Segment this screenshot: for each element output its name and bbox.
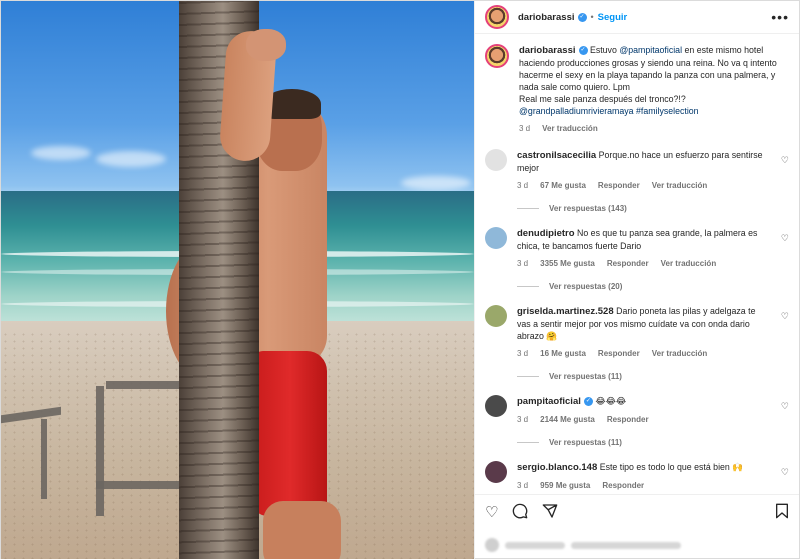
caption-mention-link[interactable]: @pampitaoficial [619,45,682,55]
comment-likes[interactable]: 959 Me gusta [540,480,590,492]
post-photo[interactable] [1,1,474,559]
comment-heart-icon[interactable]: ♡ [781,155,789,166]
heart-icon[interactable]: ♡ [485,505,498,520]
comment-item: denudipietro No es que tu panza sea gran… [485,227,789,270]
comments-list[interactable]: dariobarassi ✓ Estuvo @pampitaoficial en … [475,34,799,494]
verified-icon: ✓ [578,46,588,56]
comment-item: castronilsacecilia Porque.no hace un esf… [485,149,789,192]
caption-time[interactable]: 3 d [519,123,530,135]
comment-heart-icon[interactable]: ♡ [781,467,789,478]
view-replies-button[interactable]: Ver respuestas (20) [517,282,789,291]
comment-likes[interactable]: 16 Me gusta [540,348,586,360]
author-username[interactable]: dariobarassi [518,12,575,23]
person-leg [263,501,341,559]
comment-heart-icon[interactable]: ♡ [781,401,789,412]
view-replies-button[interactable]: Ver respuestas (143) [517,204,789,213]
post-window: dariobarassi ✓ • Seguir ••• dariobarassi… [0,0,800,559]
comment-time[interactable]: 3 d [517,258,528,270]
caption-text: Estuvo [589,45,617,55]
commenter-username[interactable]: pampitaoficial [517,396,581,407]
see-translation-link[interactable]: Ver traducción [661,258,717,270]
red-shorts [253,351,327,516]
comment-time[interactable]: 3 d [517,348,528,360]
beach-chair [41,419,47,499]
comment-heart-icon[interactable]: ♡ [781,233,789,244]
view-replies-button[interactable]: Ver respuestas (11) [517,438,789,447]
post-header: dariobarassi ✓ • Seguir ••• [475,1,799,34]
caption-tags-link[interactable]: @grandpalladiumrivieramaya #familyselect… [519,105,789,117]
verified-icon: ✓ [577,12,587,22]
comment-item: griselda.martinez.528 Dario poneta las p… [485,305,789,360]
comment-likes[interactable]: 67 Me gusta [540,180,586,192]
comment-text: Este tipo es todo lo que está bien 🙌 [599,462,744,472]
beach-chair [96,386,104,516]
person-hands [246,29,286,61]
bookmark-icon[interactable] [775,503,789,522]
blurred-text [571,541,681,549]
commenter-avatar[interactable] [485,395,507,417]
comment-item: sergio.blanco.148 Este tipo es todo lo q… [485,461,789,492]
commenter-avatar[interactable] [485,461,507,483]
comment-item: pampitaoficial ✓ 😂😂😂 3 d 2144 Me gusta Re… [485,395,789,426]
reply-button[interactable]: Responder [607,258,649,270]
cloud [96,151,166,167]
follow-button[interactable]: Seguir [598,12,628,23]
see-translation-link[interactable]: Ver traducción [652,180,708,192]
commenter-avatar[interactable] [485,305,507,327]
caption-username[interactable]: dariobarassi [519,45,576,56]
post-caption: dariobarassi ✓ Estuvo @pampitaoficial en … [485,44,789,135]
comment-heart-icon[interactable]: ♡ [781,311,789,322]
caption-line: Real me sale panza después del tronco?!? [519,94,686,104]
reply-button[interactable]: Responder [607,414,649,426]
cloud [401,176,471,190]
view-replies-button[interactable]: Ver respuestas (11) [517,372,789,381]
see-translation-link[interactable]: Ver traducción [542,123,598,135]
blurred-text [505,541,565,549]
separator-dot: • [590,12,594,22]
comment-time[interactable]: 3 d [517,180,528,192]
comment-likes[interactable]: 3355 Me gusta [540,258,595,270]
comment-icon[interactable] [512,503,528,522]
commenter-username[interactable]: castronilsacecilia [517,150,596,161]
comment-time[interactable]: 3 d [517,480,528,492]
beach-chair [96,481,186,489]
commenter-avatar[interactable] [485,149,507,171]
commenter-username[interactable]: denudipietro [517,228,575,239]
cloud [31,146,91,160]
share-icon[interactable] [542,503,558,522]
see-translation-link[interactable]: Ver traducción [652,348,708,360]
commenter-avatar[interactable] [485,227,507,249]
commenter-username[interactable]: griselda.martinez.528 [517,306,614,317]
post-sidebar: dariobarassi ✓ • Seguir ••• dariobarassi… [474,1,799,559]
reply-button[interactable]: Responder [598,348,640,360]
caption-avatar[interactable] [485,44,509,68]
comment-text: 😂😂😂 [595,396,627,406]
verified-icon: ✓ [583,397,593,407]
comment-likes[interactable]: 2144 Me gusta [540,414,595,426]
liker-avatar [485,538,499,552]
comment-time[interactable]: 3 d [517,414,528,426]
likes-summary-blurred [475,530,799,559]
author-avatar[interactable] [485,5,509,29]
post-actions-bar: ♡ [475,494,799,530]
reply-button[interactable]: Responder [598,180,640,192]
beach-chair [106,381,186,389]
commenter-username[interactable]: sergio.blanco.148 [517,462,597,473]
reply-button[interactable]: Responder [602,480,644,492]
more-options-icon[interactable]: ••• [771,9,789,25]
